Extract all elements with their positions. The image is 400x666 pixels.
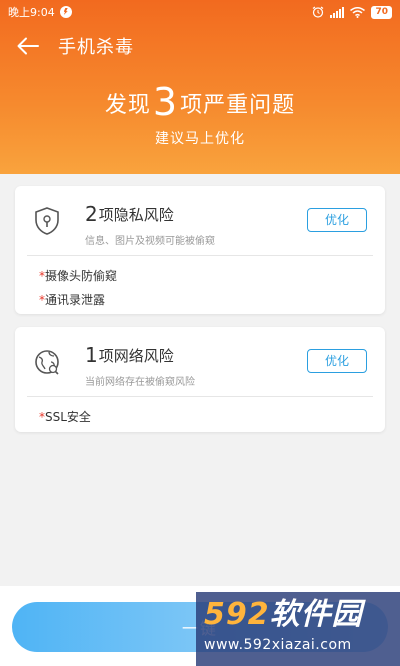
- page-title: 手机杀毒: [58, 37, 134, 58]
- optimize-network-button[interactable]: 优化: [307, 349, 367, 373]
- list-item: *通讯录泄露: [39, 288, 361, 312]
- network-risk-list: *SSL安全: [15, 397, 385, 435]
- list-item: *摄像头防偷窥: [39, 264, 361, 288]
- privacy-risk-description: 信息、图片及视频可能被偷窥: [85, 236, 215, 247]
- status-time: 晚上9:04: [8, 6, 55, 19]
- network-risk-label: 项网络风险: [98, 347, 174, 365]
- signal-icon: [330, 6, 345, 18]
- network-risk-count: 1: [85, 343, 98, 367]
- status-bar: 晚上9:04 70: [0, 0, 400, 24]
- privacy-risk-count: 2: [85, 202, 98, 226]
- privacy-shield-icon: [35, 207, 59, 235]
- privacy-risk-card: 2项隐私风险 信息、图片及视频可能被偷窥 优化 *摄像头防偷窥 *通讯录泄露: [15, 186, 385, 314]
- risk-item-label: 通讯录泄露: [45, 293, 106, 307]
- arrow-left-icon: [17, 37, 39, 55]
- back-button[interactable]: [4, 28, 52, 64]
- watermark-brand-text: 软件园: [269, 597, 363, 632]
- headline-count: 3: [152, 80, 179, 124]
- headline-suffix: 项严重问题: [180, 93, 296, 118]
- wifi-icon: [350, 6, 366, 18]
- network-risk-title: 1项网络风险: [85, 343, 174, 367]
- privacy-risk-title: 2项隐私风险: [85, 202, 174, 226]
- watermark-brand-number: 592: [204, 597, 270, 632]
- header: 晚上9:04 70 手机杀毒 发现3项严重问题 建议马上优化: [0, 0, 400, 174]
- nav-bar: 手机杀毒: [0, 28, 400, 64]
- privacy-risk-label: 项隐私风险: [98, 206, 174, 224]
- watermark-url: www.592xiazai.com: [204, 637, 352, 653]
- privacy-risk-list: *摄像头防偷窥 *通讯录泄露: [15, 256, 385, 318]
- network-risk-description: 当前网络存在被偷窥风险: [85, 377, 195, 388]
- security-app-icon: [59, 6, 72, 18]
- list-item: *SSL安全: [39, 405, 361, 429]
- network-risk-card: 1项网络风险 当前网络存在被偷窥风险 优化 *SSL安全: [15, 327, 385, 432]
- watermark-logo: 592软件园 www.592xiazai.com: [196, 592, 400, 666]
- optimize-privacy-button[interactable]: 优化: [307, 208, 367, 232]
- risk-summary-subtitle: 建议马上优化: [155, 131, 245, 147]
- risk-item-label: SSL安全: [45, 410, 91, 424]
- headline-prefix: 发现: [104, 93, 151, 118]
- network-globe-icon: [35, 350, 59, 375]
- risk-item-label: 摄像头防偷窥: [45, 269, 118, 283]
- battery-indicator: 70: [371, 5, 392, 19]
- alarm-icon: [313, 6, 324, 18]
- risk-summary-headline: 发现3项严重问题: [0, 80, 400, 124]
